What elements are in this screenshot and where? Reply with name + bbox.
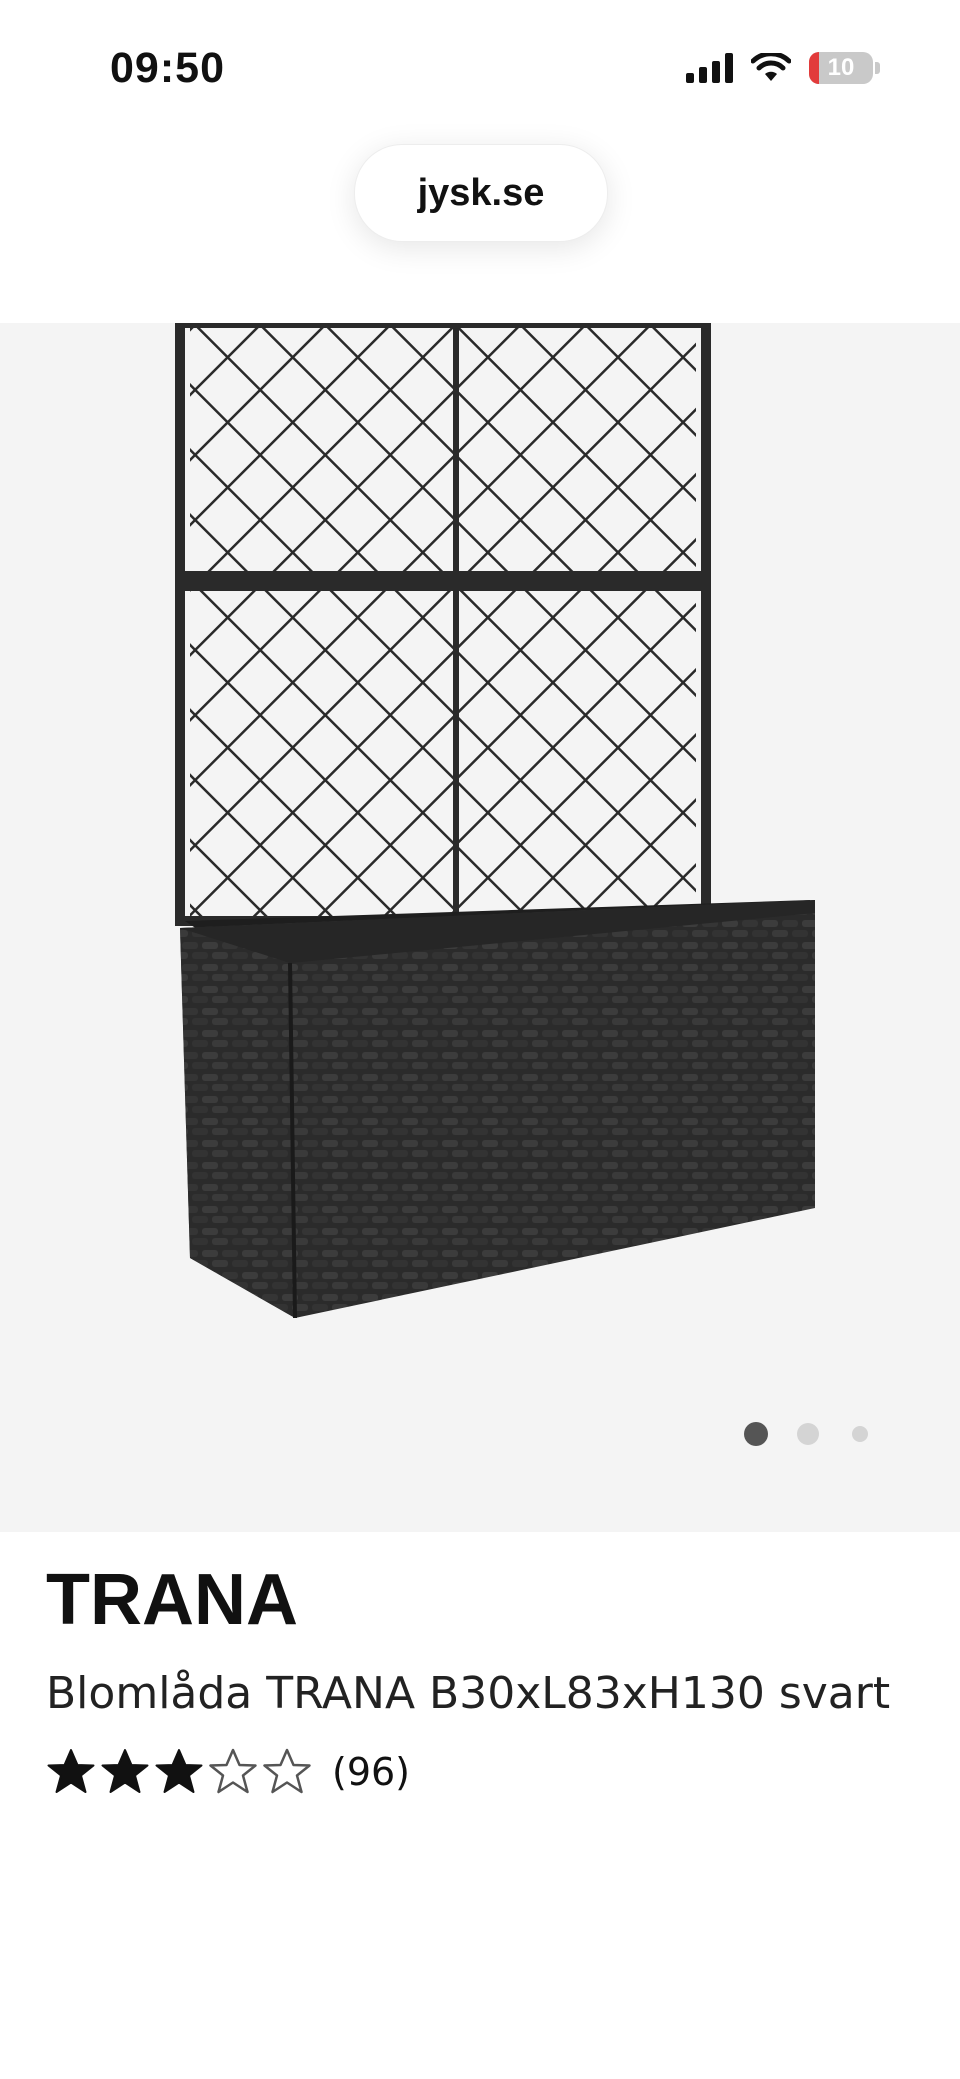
address-bar[interactable]: jysk.se xyxy=(354,144,608,242)
pagination-dot[interactable] xyxy=(852,1426,868,1442)
product-info: TRANA Blomlåda TRANA B30xL83xH130 svart … xyxy=(46,1560,926,1802)
status-bar: 09:50 10 xyxy=(0,0,960,140)
review-count: (96) xyxy=(332,1750,411,1794)
battery-icon: 10 xyxy=(809,52,873,84)
product-rating[interactable]: (96) xyxy=(46,1742,926,1802)
url-text: jysk.se xyxy=(417,171,545,214)
star-filled-icon xyxy=(155,1749,203,1793)
product-description: Blomlåda TRANA B30xL83xH130 svart xyxy=(46,1668,891,1719)
star-filled-icon xyxy=(101,1749,149,1793)
wifi-icon xyxy=(751,53,791,83)
status-time: 09:50 xyxy=(110,44,225,92)
rating-stars xyxy=(46,1747,312,1797)
star-outline-icon xyxy=(209,1748,257,1794)
star-filled-icon xyxy=(47,1749,95,1793)
product-image-gallery[interactable] xyxy=(0,323,960,1532)
pagination-dot-active[interactable] xyxy=(744,1422,768,1446)
star-outline-icon xyxy=(263,1748,311,1794)
product-image xyxy=(175,323,815,1319)
status-icons: 10 xyxy=(686,52,880,84)
battery-level: 10 xyxy=(827,54,855,81)
product-brand: TRANA xyxy=(46,1560,298,1640)
pagination-dot[interactable] xyxy=(797,1423,819,1445)
gallery-pagination xyxy=(0,1419,960,1449)
cellular-signal-icon xyxy=(686,53,733,83)
